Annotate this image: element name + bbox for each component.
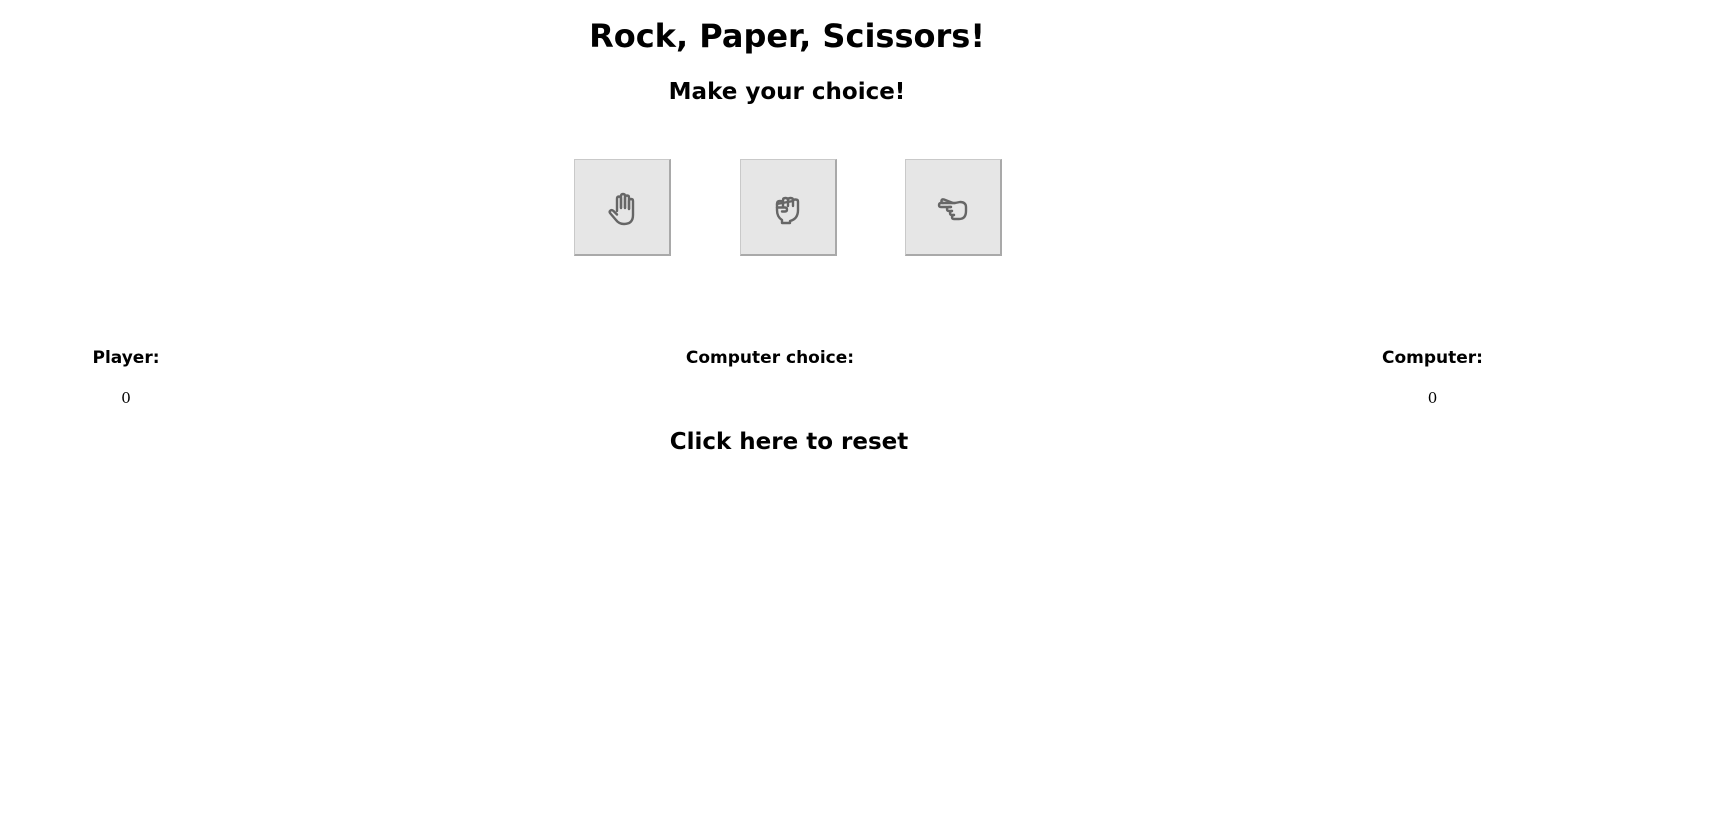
hand-paper-icon: [608, 192, 635, 226]
paper-button[interactable]: [574, 159, 671, 256]
hand-rock-icon: [775, 196, 800, 225]
player-score-value: 0: [121, 389, 131, 407]
computer-score-label: Computer:: [1382, 348, 1483, 368]
instruction-heading: Make your choice!: [668, 79, 906, 105]
computer-choice-label: Computer choice:: [685, 348, 855, 368]
hand-scissors-icon: [937, 198, 968, 221]
player-score-label: Player:: [92, 348, 160, 368]
rock-button[interactable]: [740, 159, 837, 256]
reset-button[interactable]: Click here to reset: [0, 426, 1578, 458]
computer-score-value: 0: [1427, 389, 1438, 407]
scissors-button[interactable]: [905, 159, 1002, 256]
game-title: Rock, Paper, Scissors!: [589, 17, 985, 55]
